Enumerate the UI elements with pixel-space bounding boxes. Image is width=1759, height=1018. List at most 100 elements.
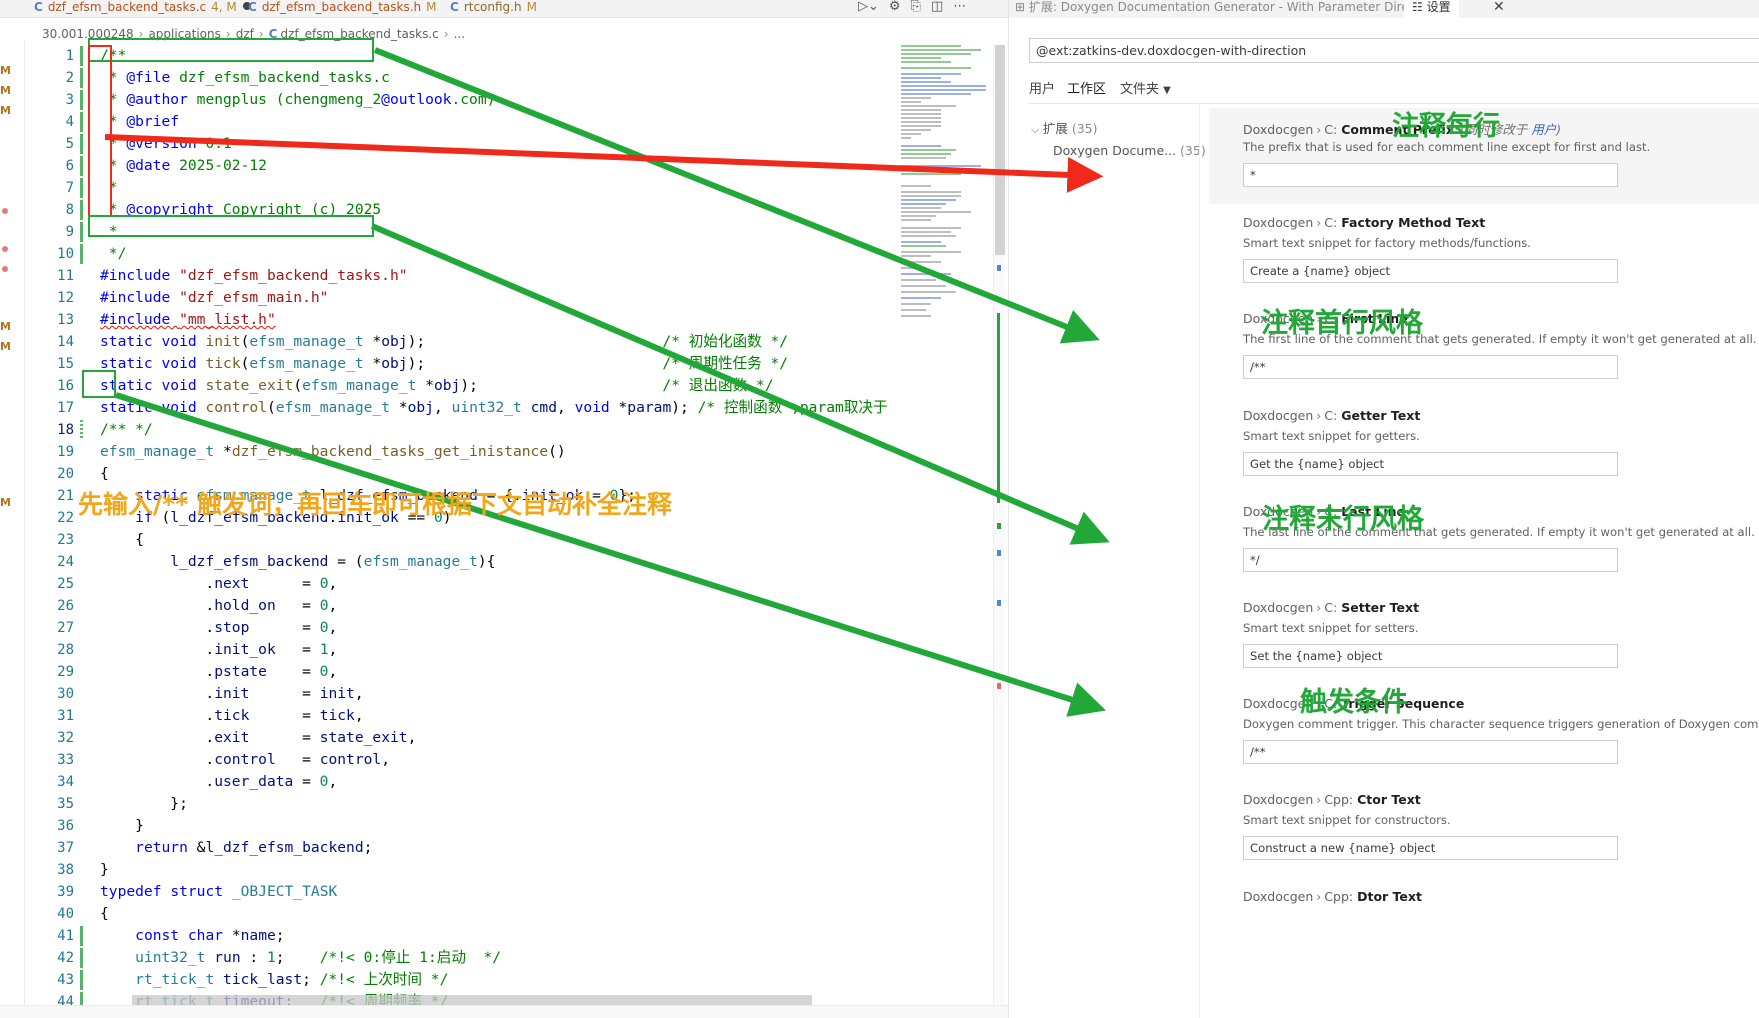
code-text[interactable]: efsm_manage_t *dzf_efsm_backend_tasks_ge…	[100, 441, 566, 463]
setting-item[interactable]: Doxdocgen › C: First Line The first line of…	[1209, 300, 1759, 396]
code-line[interactable]: 7 *	[0, 177, 890, 199]
code-text[interactable]: *	[100, 221, 118, 243]
git-change-marker[interactable]	[80, 222, 83, 242]
code-line[interactable]: 35 };	[0, 793, 890, 815]
code-line[interactable]: 14 static void init(efsm_manage_t *obj); …	[0, 331, 890, 353]
code-line[interactable]: 30 .init = init,	[0, 683, 890, 705]
code-text[interactable]: }	[100, 859, 109, 881]
setting-value-input[interactable]: Construct a new {name} object	[1243, 836, 1618, 861]
code-line[interactable]: 21 static efsm_manage_t l_dzf_efsm_backe…	[0, 485, 890, 507]
code-line[interactable]: 16 static void state_exit(efsm_manage_t *…	[0, 375, 890, 397]
split-editor-icon[interactable]: ◫	[931, 0, 943, 14]
setting-value-input[interactable]: Create a {name} object	[1243, 259, 1618, 284]
breadcrumb-item[interactable]: ...	[454, 27, 465, 41]
code-line[interactable]: 15 static void tick(efsm_manage_t *obj); …	[0, 353, 890, 375]
code-line[interactable]: 41 const char *name;	[0, 925, 890, 947]
code-line[interactable]: 28 .init_ok = 1,	[0, 639, 890, 661]
code-text[interactable]: #include "mm_list.h"	[100, 309, 276, 331]
modified-link[interactable]: 用户	[1531, 122, 1556, 137]
code-text[interactable]: static void state_exit(efsm_manage_t *ob…	[100, 375, 774, 397]
git-change-marker[interactable]	[80, 46, 83, 66]
tab-folder[interactable]: 文件夹 ▼	[1120, 78, 1171, 104]
code-text[interactable]: uint32_t run : 1; /*!< 0:停止 1:启动 */	[100, 947, 501, 969]
git-change-marker[interactable]	[80, 68, 83, 88]
git-change-marker[interactable]	[80, 926, 83, 946]
settings-search-input[interactable]: @ext:zatkins-dev.doxdocgen-with-directio…	[1029, 38, 1759, 63]
tab-user[interactable]: 用户	[1029, 78, 1055, 104]
code-text[interactable]: static efsm_manage_t l_dzf_efsm_backend …	[100, 485, 636, 507]
code-text[interactable]: const char *name;	[100, 925, 284, 947]
code-line[interactable]: 38}	[0, 859, 890, 881]
code-text[interactable]: {	[100, 463, 109, 485]
git-change-marker[interactable]	[80, 134, 83, 154]
code-text[interactable]: if (l_dzf_efsm_backend.init_ok == 0)	[100, 507, 451, 529]
code-text[interactable]: l_dzf_efsm_backend = (efsm_manage_t){	[100, 551, 495, 573]
code-text[interactable]: *	[100, 177, 118, 199]
code-text[interactable]: static void tick(efsm_manage_t *obj); /*…	[100, 353, 788, 375]
code-line[interactable]: 25 .next = 0,	[0, 573, 890, 595]
code-line[interactable]: 24 l_dzf_efsm_backend = (efsm_manage_t){	[0, 551, 890, 573]
code-text[interactable]: {	[100, 903, 109, 925]
code-text[interactable]: .pstate = 0,	[100, 661, 337, 683]
breadcrumb-item[interactable]: 30.001.000248	[42, 27, 134, 41]
code-text[interactable]: };	[100, 793, 188, 815]
code-line[interactable]: 39 typedef struct _OBJECT_TASK	[0, 881, 890, 903]
code-line[interactable]: 5 * @version 0.1	[0, 133, 890, 155]
git-change-marker[interactable]	[80, 420, 83, 440]
code-line[interactable]: 42 uint32_t run : 1; /*!< 0:停止 1:启动 */	[0, 947, 890, 969]
code-text[interactable]: .user_data = 0,	[100, 771, 337, 793]
setting-item[interactable]: Doxdocgen › Cpp: Dtor Text	[1209, 878, 1759, 974]
tab-backend-tasks-c[interactable]: Cdzf_efsm_backend_tasks.c 4, M	[30, 0, 255, 18]
tab-rtconfig-h[interactable]: Crtconfig.h M	[446, 0, 541, 18]
code-line[interactable]: 2 * @file dzf_efsm_backend_tasks.c	[0, 67, 890, 89]
git-change-marker[interactable]	[80, 244, 83, 264]
code-line[interactable]: 19 efsm_manage_t *dzf_efsm_backend_tasks_…	[0, 441, 890, 463]
code-line[interactable]: 8 * @copyright Copyright (c) 2025	[0, 199, 890, 221]
gear-icon[interactable]: ⚙	[889, 0, 901, 14]
code-text[interactable]: .exit = state_exit,	[100, 727, 416, 749]
code-line[interactable]: 23 {	[0, 529, 890, 551]
setting-value-input[interactable]: /**	[1243, 740, 1618, 765]
code-text[interactable]: .tick = tick,	[100, 705, 363, 727]
code-line[interactable]: 3 * @author mengplus (chengmeng_2@outloo…	[0, 89, 890, 111]
code-line[interactable]: 18 /** */	[0, 419, 890, 441]
git-change-marker[interactable]	[80, 948, 83, 968]
code-line[interactable]: 6 * @date 2025-02-12	[0, 155, 890, 177]
code-text[interactable]: .init_ok = 1,	[100, 639, 337, 661]
setting-value-input[interactable]: */	[1243, 547, 1618, 572]
setting-value-input[interactable]: /**	[1243, 355, 1618, 380]
code-text[interactable]: static void init(efsm_manage_t *obj); /*…	[100, 331, 788, 353]
code-text[interactable]: /** */	[100, 419, 153, 441]
code-text[interactable]: * @brief	[100, 111, 179, 133]
setting-value-input[interactable]: Set the {name} object	[1243, 644, 1618, 668]
code-text[interactable]: * @version 0.1	[100, 133, 232, 155]
code-text[interactable]: .hold_on = 0,	[100, 595, 337, 617]
code-lines[interactable]: 1/** 2 * @file dzf_efsm_backend_tasks.c 3 …	[0, 45, 890, 1013]
setting-item[interactable]: Doxdocgen › C: Trigger Sequence Doxygen com…	[1209, 685, 1759, 781]
setting-item[interactable]: Doxdocgen › C: Comment Prefix (同时修改于 用户) The…	[1209, 108, 1759, 204]
git-change-marker[interactable]	[80, 112, 83, 132]
code-line[interactable]: 27 .stop = 0,	[0, 617, 890, 639]
code-line[interactable]: 29 .pstate = 0,	[0, 661, 890, 683]
setting-item[interactable]: Doxdocgen › C: Last Line The last line of t…	[1209, 493, 1759, 589]
code-text[interactable]: /**	[100, 45, 126, 67]
toc-item-doxygen[interactable]: Doxygen Docume... (35)	[1029, 140, 1209, 162]
toc-item-extensions[interactable]: ⌵ 扩展 (35)	[1029, 118, 1209, 140]
code-text[interactable]: rt_tick_t tick_last; /*!< 上次时间 */	[100, 969, 448, 991]
code-line[interactable]: 12 #include "dzf_efsm_main.h"	[0, 287, 890, 309]
code-text[interactable]: */	[100, 243, 127, 265]
code-line[interactable]: 22 if (l_dzf_efsm_backend.init_ok == 0)	[0, 507, 890, 529]
code-text[interactable]: #include "dzf_efsm_backend_tasks.h"	[100, 265, 408, 287]
code-line[interactable]: 36 }	[0, 815, 890, 837]
git-change-marker[interactable]	[80, 178, 83, 198]
tab-extension-details[interactable]: ⊞ 扩展: Doxygen Documentation Generator - …	[1015, 0, 1438, 18]
breadcrumb-item[interactable]: applications	[148, 27, 220, 41]
code-text[interactable]: * @file dzf_efsm_backend_tasks.c	[100, 67, 390, 89]
code-text[interactable]: .next = 0,	[100, 573, 337, 595]
code-text[interactable]: #include "dzf_efsm_main.h"	[100, 287, 328, 309]
code-line[interactable]: 20 {	[0, 463, 890, 485]
setting-value-input[interactable]: *	[1243, 163, 1618, 187]
setting-item[interactable]: Doxdocgen › C: Getter Text Smart text snipp…	[1209, 397, 1759, 493]
tab-backend-tasks-h[interactable]: Cdzf_efsm_backend_tasks.h M	[244, 0, 441, 18]
setting-item[interactable]: Doxdocgen › C: Factory Method Text Smart te…	[1209, 204, 1759, 300]
